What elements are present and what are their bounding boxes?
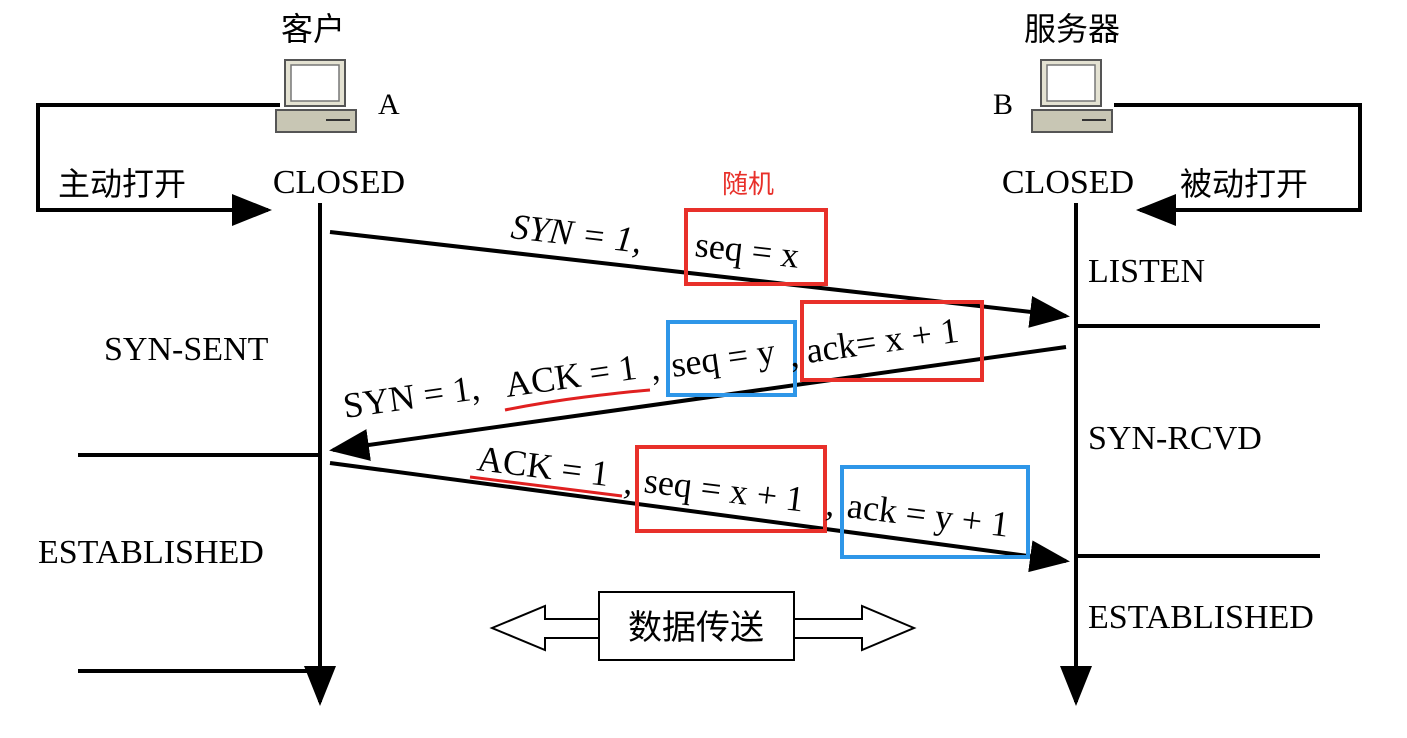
server-initial-state: CLOSED — [1002, 164, 1134, 201]
active-open-label: 主动打开 — [58, 165, 186, 203]
client-initial-state: CLOSED — [273, 164, 405, 201]
passive-open-label: 被动打开 — [1180, 165, 1308, 203]
server-state-listen: LISTEN — [1088, 253, 1205, 290]
ack-separator: , — [622, 461, 636, 502]
ack-segment-seq: seq = x + 1 — [642, 460, 806, 519]
tcp-handshake-diagram: 客户 服务器 A B CLOSED CLOSED 主动打开 被动打开 SYN-S… — [36, 10, 1362, 706]
random-annotation: 随机 — [722, 170, 774, 200]
client-title: 客户 — [281, 10, 345, 48]
syn-ack-segment-ack-flag: ACK = 1 — [503, 347, 640, 405]
syn-ack-segment-seq: seq = y — [669, 331, 778, 385]
client-computer-icon — [275, 59, 357, 133]
server-title: 服务器 — [1024, 10, 1120, 48]
server-state-established: ESTABLISHED — [1088, 599, 1314, 636]
server-host-label: B — [993, 88, 1013, 121]
data-transfer-label: 数据传送 — [628, 608, 764, 648]
client-host-label: A — [378, 88, 400, 121]
syn-ack-segment-flag: SYN = 1, — [341, 367, 483, 426]
syn-ack-segment-ack: ack= x + 1 — [804, 310, 962, 371]
syn-segment-seq: seq = x — [693, 224, 801, 276]
client-state-syn-sent: SYN-SENT — [104, 331, 269, 368]
server-state-syn-rcvd: SYN-RCVD — [1088, 420, 1262, 457]
syn-ack-separator: , — [648, 347, 662, 388]
syn-ack-separator: , — [787, 334, 801, 375]
syn-segment-flag: SYN = 1, — [509, 206, 644, 261]
server-computer-icon — [1031, 59, 1113, 133]
client-state-established: ESTABLISHED — [38, 534, 264, 571]
